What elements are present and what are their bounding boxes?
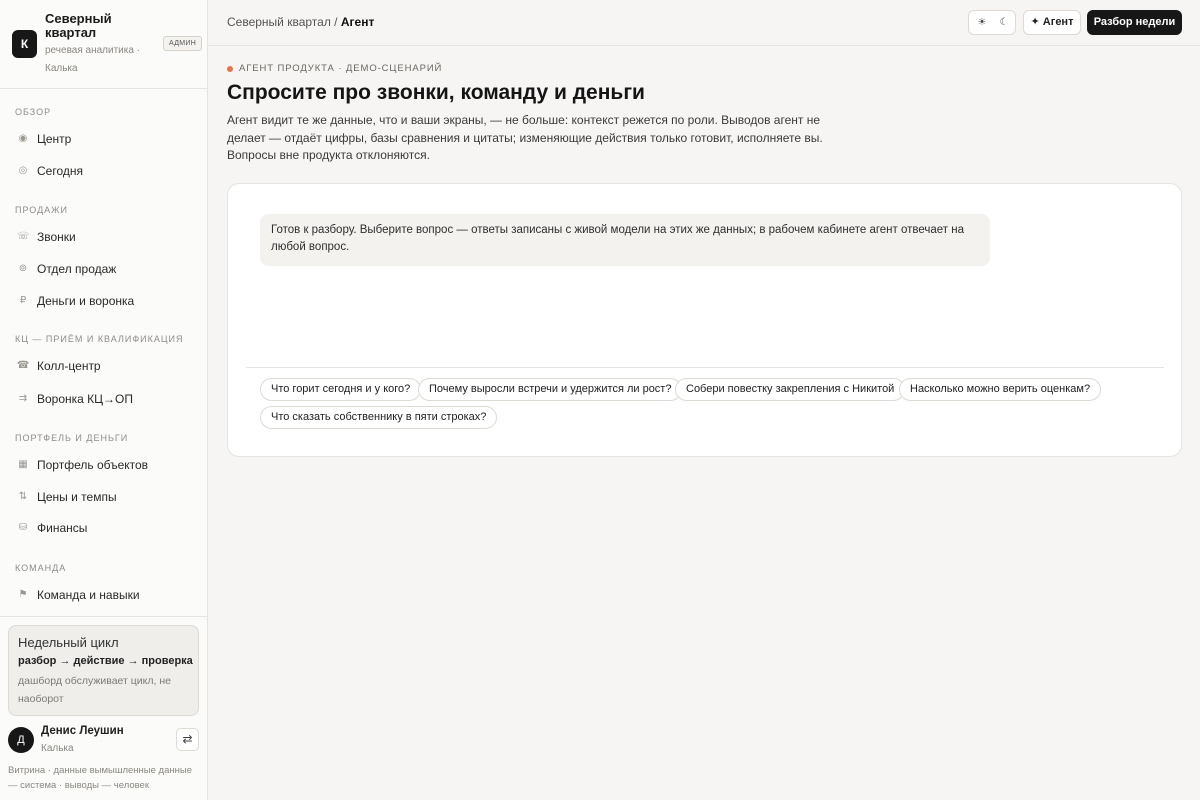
user-role: Калька (41, 743, 74, 754)
sidebar-item-label: Сегодня (37, 164, 83, 178)
sidebar-item-team[interactable]: ⚑ Команда и навыки (8, 581, 198, 609)
page-description: Агент видит те же данные, что и ваши экр… (227, 113, 823, 162)
breadcrumb-root[interactable]: Северный квартал (227, 15, 331, 29)
breadcrumb: Северный квартал / Агент (227, 14, 374, 30)
coins-icon: ⛁ (18, 522, 28, 533)
sidebar-item-portfolio[interactable]: ▦ Портфель объектов (8, 451, 198, 479)
sidebar-item-calls[interactable]: ☏ Звонки (8, 223, 198, 251)
switch-account-button[interactable]: ⇄ (176, 728, 199, 751)
theme-toggle[interactable]: ☀ ☾ (968, 10, 1016, 35)
nav-section-call-center: КЦ — ПРИЁМ И КВАЛИФИКАЦИЯ (15, 334, 184, 344)
sidebar-divider (0, 616, 207, 617)
funnel-arrows-icon: ⇉ (18, 393, 28, 404)
cycle-title: Недельный цикл (18, 635, 119, 650)
brand-subtitle: речевая аналитика · Калька (45, 45, 141, 74)
sidebar-item-label: Центр (37, 132, 72, 146)
breadcrumb-current: Агент (340, 15, 375, 29)
sidebar-item-label: Финансы (37, 521, 88, 535)
assistant-message: Готов к разбору. Выберите вопрос — ответ… (260, 214, 990, 266)
suggestion-chip[interactable]: Почему выросли встречи и удержится ли ро… (418, 378, 683, 401)
avatar[interactable]: Д (8, 727, 34, 753)
sidebar-item-label: Портфель объектов (37, 458, 149, 472)
radio-dot-icon: ◉ (18, 133, 28, 144)
sidebar-item-today[interactable]: ◎ Сегодня (8, 157, 198, 185)
suggestion-chip[interactable]: Что сказать собственнику в пяти строках? (260, 406, 498, 429)
suggestion-chip[interactable]: Собери повестку закрепления с Никитой (675, 378, 906, 401)
sidebar-item-sales-dept[interactable]: ⊚ Отдел продаж (8, 255, 198, 283)
weekly-review-button[interactable]: Разбор недели (1087, 10, 1182, 35)
footnote: Витрина · данные вымышленные данные — си… (8, 765, 192, 791)
chat-panel: Готов к разбору. Выберите вопрос — ответ… (227, 183, 1182, 457)
circle-icon: ◎ (18, 165, 28, 176)
chat-divider (246, 367, 1164, 368)
nav-section-team: КОМАНДА (15, 563, 67, 573)
cycle-note: дашборд обслуживает цикл, не наоборот (18, 675, 171, 705)
flag-icon: ⚑ (18, 589, 28, 600)
ruble-icon: ₽ (19, 295, 27, 306)
up-down-arrows-icon: ⇅ (18, 491, 28, 502)
nav-section-sales: ПРОДАЖИ (15, 205, 68, 215)
weekly-cycle-card: Недельный цикл разбор → действие → прове… (8, 625, 199, 716)
suggestion-chip[interactable]: Насколько можно верить оценкам? (899, 378, 1102, 401)
brand-logo[interactable]: К (12, 30, 37, 58)
sidebar-item-prices[interactable]: ⇅ Цены и темпы (8, 483, 198, 511)
sun-icon[interactable]: ☀ (975, 15, 989, 30)
phone-icon: ☏ (17, 231, 30, 242)
sidebar-item-cc-funnel[interactable]: ⇉ Воронка КЦ→ОП (8, 385, 198, 413)
topbar: Северный квартал / Агент ☀ ☾ ✦ Агент Раз… (208, 0, 1200, 46)
breadcrumb-separator: / (334, 15, 338, 29)
sidebar-item-label: Цены и темпы (37, 490, 117, 504)
admin-badge: АДМИН (163, 36, 203, 51)
page-title: Спросите про звонки, команду и деньги (227, 81, 645, 104)
sidebar-item-label: Отдел продаж (37, 262, 117, 276)
eyebrow-label: АГЕНТ ПРОДУКТА · ДЕМО-СЦЕНАРИЙ (239, 63, 443, 74)
status-dot-icon (227, 66, 233, 72)
sidebar-item-center[interactable]: ◉ Центр (8, 125, 198, 153)
sidebar-item-call-center[interactable]: ☎ Колл-центр (8, 352, 198, 380)
brand-header: К Северный квартал речевая аналитика · К… (0, 0, 207, 89)
sidebar-item-label: Колл-центр (37, 359, 101, 373)
moon-icon[interactable]: ☾ (997, 15, 1011, 30)
sidebar-item-finance[interactable]: ⛁ Финансы (8, 514, 198, 542)
cycle-steps: разбор → действие → проверка (18, 655, 193, 667)
sidebar-item-money-funnel[interactable]: ₽ Деньги и воронка (8, 287, 198, 315)
sidebar: К Северный квартал речевая аналитика · К… (0, 0, 208, 800)
sidebar-item-label: Деньги и воронка (37, 294, 135, 308)
sidebar-item-label: Команда и навыки (37, 588, 140, 602)
user-name: Денис Леушин (41, 725, 124, 737)
target-icon: ⊚ (18, 263, 28, 274)
agent-button[interactable]: ✦ Агент (1023, 10, 1081, 35)
nav-section-overview: ОБЗОР (15, 107, 52, 117)
grid-icon: ▦ (18, 459, 28, 470)
telephone-icon: ☎ (17, 360, 30, 371)
brand-name: Северный квартал (45, 11, 112, 40)
sidebar-item-label: Звонки (37, 230, 76, 244)
nav-section-portfolio: ПОРТФЕЛЬ И ДЕНЬГИ (15, 433, 129, 443)
suggestion-chip[interactable]: Что горит сегодня и у кого? (260, 378, 422, 401)
sidebar-item-label: Воронка КЦ→ОП (37, 392, 133, 406)
